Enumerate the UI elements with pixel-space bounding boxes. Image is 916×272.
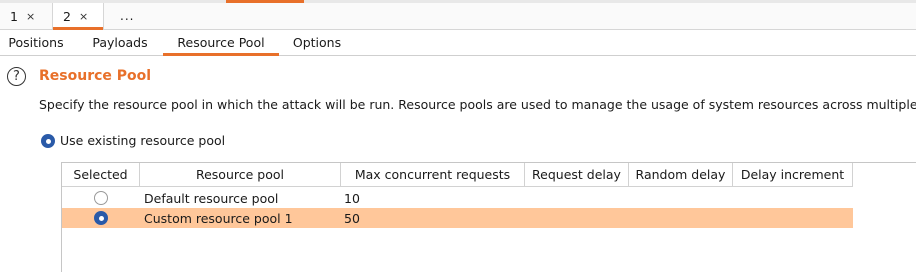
instance-tab-1[interactable]: 1 × <box>0 3 52 29</box>
help-icon[interactable]: ? <box>7 67 26 86</box>
tab-positions[interactable]: Positions <box>0 30 72 55</box>
tab-resource-pool[interactable]: Resource Pool <box>163 30 279 56</box>
tab-options[interactable]: Options <box>282 30 352 55</box>
pool-name-cell: Default resource pool <box>144 190 279 206</box>
table-row-selected[interactable]: Custom resource pool 1 50 <box>62 208 853 228</box>
column-header-delay-increment[interactable]: Delay increment <box>733 163 853 187</box>
pool-name-cell: Custom resource pool 1 <box>144 210 293 226</box>
new-tab-button[interactable]: ... <box>104 3 144 29</box>
section-title: Resource Pool <box>39 68 152 84</box>
instance-tab-label: 2 <box>63 9 71 24</box>
max-concurrent-cell: 10 <box>344 190 360 206</box>
use-existing-pool-label: Use existing resource pool <box>60 133 226 148</box>
section-description: Specify the resource pool in which the a… <box>39 97 916 112</box>
max-concurrent-cell: 50 <box>344 210 360 226</box>
column-header-request-delay[interactable]: Request delay <box>525 163 629 187</box>
instance-tab-label: 1 <box>10 8 18 24</box>
attack-tab-bar: Positions Payloads Resource Pool Options <box>0 30 916 56</box>
column-header-random-delay[interactable]: Random delay <box>629 163 733 187</box>
more-icon: ... <box>120 9 135 23</box>
instance-tab-bar: 1 × 2 × ... <box>0 3 916 30</box>
close-icon[interactable]: × <box>79 10 88 23</box>
instance-tab-2[interactable]: 2 × <box>52 3 104 30</box>
row-select-radio[interactable] <box>94 211 108 225</box>
table-row[interactable]: Default resource pool 10 <box>62 188 853 208</box>
column-header-max-concurrent[interactable]: Max concurrent requests <box>341 163 525 187</box>
column-header-resource-pool[interactable]: Resource pool <box>140 163 341 187</box>
column-header-selected[interactable]: Selected <box>62 163 140 187</box>
close-icon[interactable]: × <box>26 10 35 23</box>
use-existing-pool-radio[interactable] <box>41 134 55 148</box>
row-select-radio[interactable] <box>94 191 108 205</box>
tab-payloads[interactable]: Payloads <box>80 30 160 55</box>
